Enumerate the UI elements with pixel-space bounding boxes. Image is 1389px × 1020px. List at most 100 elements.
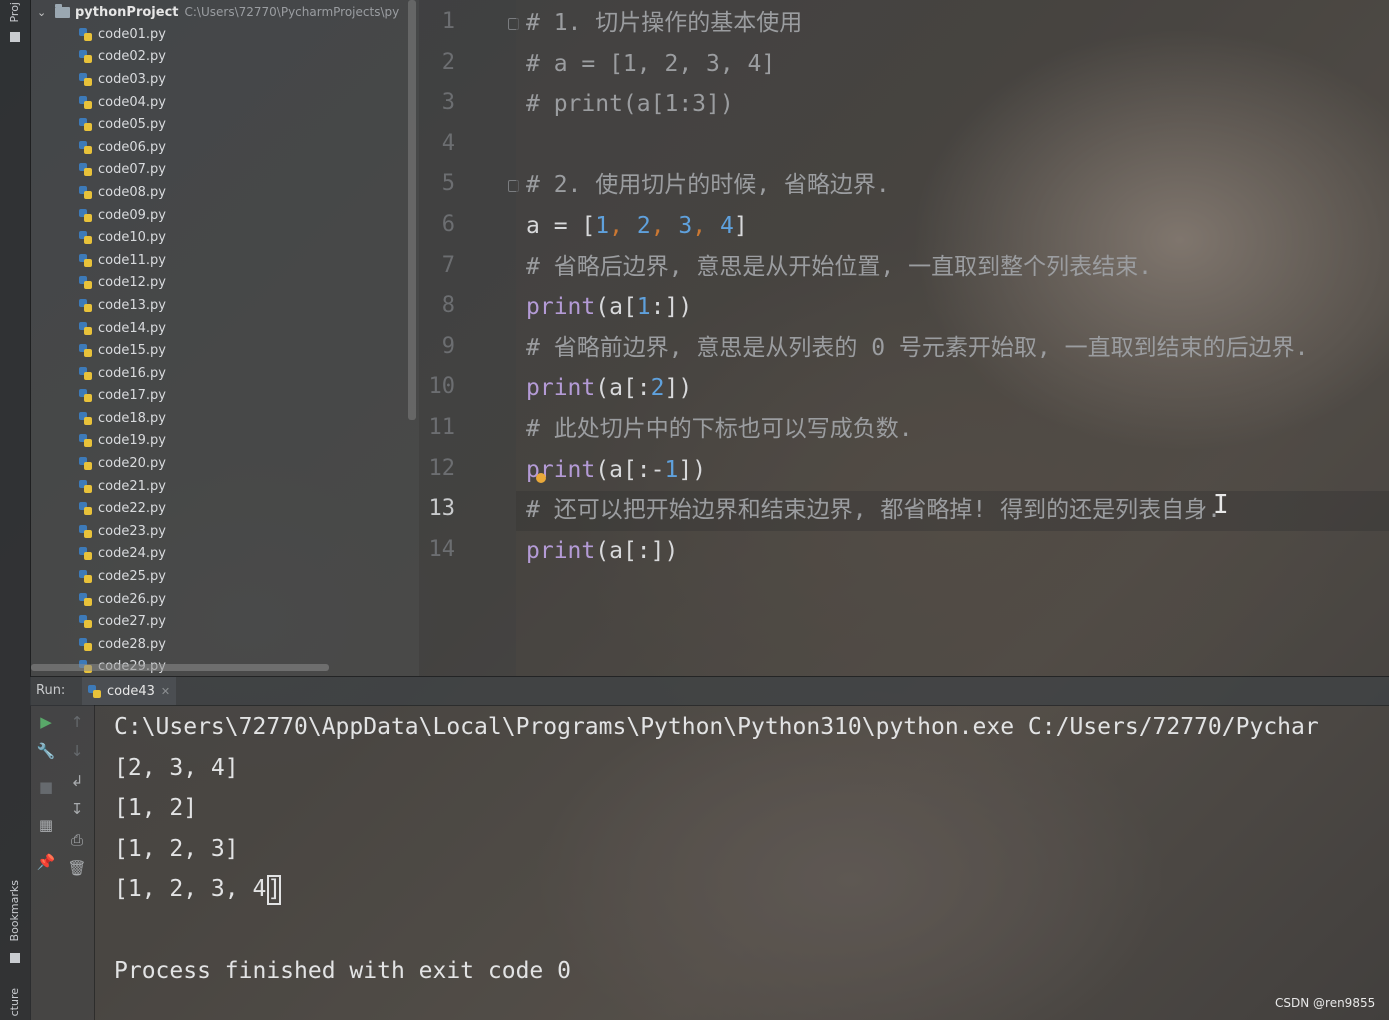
file-name: code03.py [98,71,166,87]
code-line[interactable]: # 省略前边界, 意思是从列表的 0 号元素开始取, 一直取到结束的后边界. [526,328,1308,368]
soft-wrap-icon[interactable]: ↲ [68,772,86,790]
file-item[interactable]: code02.py [79,46,166,69]
python-file-icon [79,163,92,177]
code-line[interactable]: print(a[:2]) [526,368,692,408]
project-root[interactable]: ⌄ pythonProject C:\Users\72770\PycharmPr… [37,2,399,22]
file-name: code05.py [98,117,166,133]
file-item[interactable]: code08.py [79,181,166,204]
run-label: Run: [36,683,66,698]
code-line[interactable]: print(a[:]) [526,531,678,571]
python-file-icon [79,50,92,64]
code-line[interactable]: # 还可以把开始边界和结束边界, 都省略掉! 得到的还是列表自身. [526,490,1221,530]
code-line[interactable]: # 省略后边界, 意思是从开始位置, 一直取到整个列表结束. [526,247,1152,287]
file-name: code19.py [98,433,166,449]
python-file-icon [79,95,92,109]
code-line[interactable]: print(a[:-1]) [526,450,706,490]
file-name: code21.py [98,478,166,494]
bookmarks-tool-tab[interactable]: Bookmarks [8,880,21,941]
wrench-icon[interactable]: 🔧 [37,742,56,760]
file-item[interactable]: code24.py [79,543,166,566]
code-line[interactable]: # print(a[1:3]) [526,84,734,124]
file-name: code10.py [98,230,166,246]
pin-icon[interactable]: 📌 [37,853,56,871]
file-item[interactable]: code01.py [79,23,166,46]
python-file-icon [79,185,92,199]
file-item[interactable]: code25.py [79,565,166,588]
file-item[interactable]: code23.py [79,520,166,543]
file-name: code15.py [98,343,166,359]
text-cursor-icon: I [1213,490,1229,520]
file-list: code01.py code02.py code03.py code04.py code… [79,23,166,676]
line-number: 7 [441,252,455,278]
code-line[interactable]: # 2. 使用切片的时候, 省略边界. [526,165,890,205]
python-file-icon [79,389,92,403]
file-name: code01.py [98,26,166,42]
file-item[interactable]: code12.py [79,272,166,295]
run-console-output[interactable]: C:\Users\72770\AppData\Local\Programs\Py… [95,705,1389,1020]
run-tab-code43[interactable]: code43 ✕ [82,677,177,705]
file-item[interactable]: code18.py [79,407,166,430]
play-icon[interactable]: ▶ [37,713,55,731]
file-item[interactable]: code20.py [79,452,166,475]
file-item[interactable]: code09.py [79,204,166,227]
stop-icon[interactable]: ■ [37,778,55,796]
file-name: code24.py [98,546,166,562]
python-file-icon [79,434,92,448]
chevron-down-icon[interactable]: ⌄ [37,6,51,19]
python-file-icon [79,592,92,606]
file-item[interactable]: code15.py [79,339,166,362]
file-item[interactable]: code07.py [79,159,166,182]
python-file-icon [79,27,92,41]
file-item[interactable]: code05.py [79,113,166,136]
file-item[interactable]: code04.py [79,91,166,114]
code-line[interactable]: a = [1, 2, 3, 4] [526,206,748,246]
file-item[interactable]: code17.py [79,385,166,408]
file-name: code14.py [98,320,166,336]
file-item[interactable]: code13.py [79,294,166,317]
print-icon[interactable]: ⎙ [68,831,86,849]
line-number: 11 [428,415,456,440]
python-file-icon [79,140,92,154]
python-file-icon [79,208,92,222]
file-item[interactable]: code21.py [79,475,166,498]
python-file-icon [79,344,92,358]
lightbulb-icon[interactable] [536,473,546,483]
file-item[interactable]: code19.py [79,430,166,453]
project-horizontal-scrollbar[interactable] [31,664,329,671]
close-icon[interactable]: ✕ [161,685,170,698]
file-item[interactable]: code03.py [79,68,166,91]
arrow-up-icon[interactable]: ↑ [68,713,86,731]
layout-icon[interactable]: ▦ [37,816,55,834]
python-file-icon [79,118,92,132]
trash-icon[interactable]: 🗑 [67,859,86,877]
file-item[interactable]: code16.py [79,362,166,385]
python-file-icon [79,615,92,629]
file-name: code12.py [98,275,166,291]
file-item[interactable]: code28.py [79,633,166,656]
file-item[interactable]: code22.py [79,497,166,520]
file-item[interactable]: code14.py [79,317,166,340]
python-file-icon [79,570,92,584]
code-line[interactable]: # a = [1, 2, 3, 4] [526,44,775,84]
file-item[interactable]: code26.py [79,588,166,611]
scroll-to-end-icon[interactable]: ↧ [68,800,86,818]
python-file-icon [79,253,92,267]
project-vertical-scrollbar[interactable] [408,0,416,420]
code-line[interactable]: # 此处切片中的下标也可以写成负数. [526,409,913,449]
arrow-down-icon[interactable]: ↓ [68,742,86,760]
python-file-icon [79,479,92,493]
python-file-icon [79,524,92,538]
file-item[interactable]: code10.py [79,226,166,249]
project-tool-tab[interactable]: Proj [8,2,21,23]
file-item[interactable]: code11.py [79,249,166,272]
line-number: 13 [428,496,456,522]
file-item[interactable]: code06.py [79,136,166,159]
code-line[interactable]: print(a[1:]) [526,287,692,327]
code-editor[interactable]: # 1. 切片操作的基本使用 # a = [1, 2, 3, 4] # print(… [516,0,1389,676]
project-root-path: C:\Users\72770\PycharmProjects\py [184,5,400,19]
project-tab-icon [10,32,20,42]
project-tree[interactable]: ⌄ pythonProject C:\Users\72770\PycharmPr… [31,0,419,676]
structure-tool-tab[interactable]: cture [8,988,21,1016]
code-line[interactable]: # 1. 切片操作的基本使用 [526,3,802,43]
file-item[interactable]: code27.py [79,610,166,633]
